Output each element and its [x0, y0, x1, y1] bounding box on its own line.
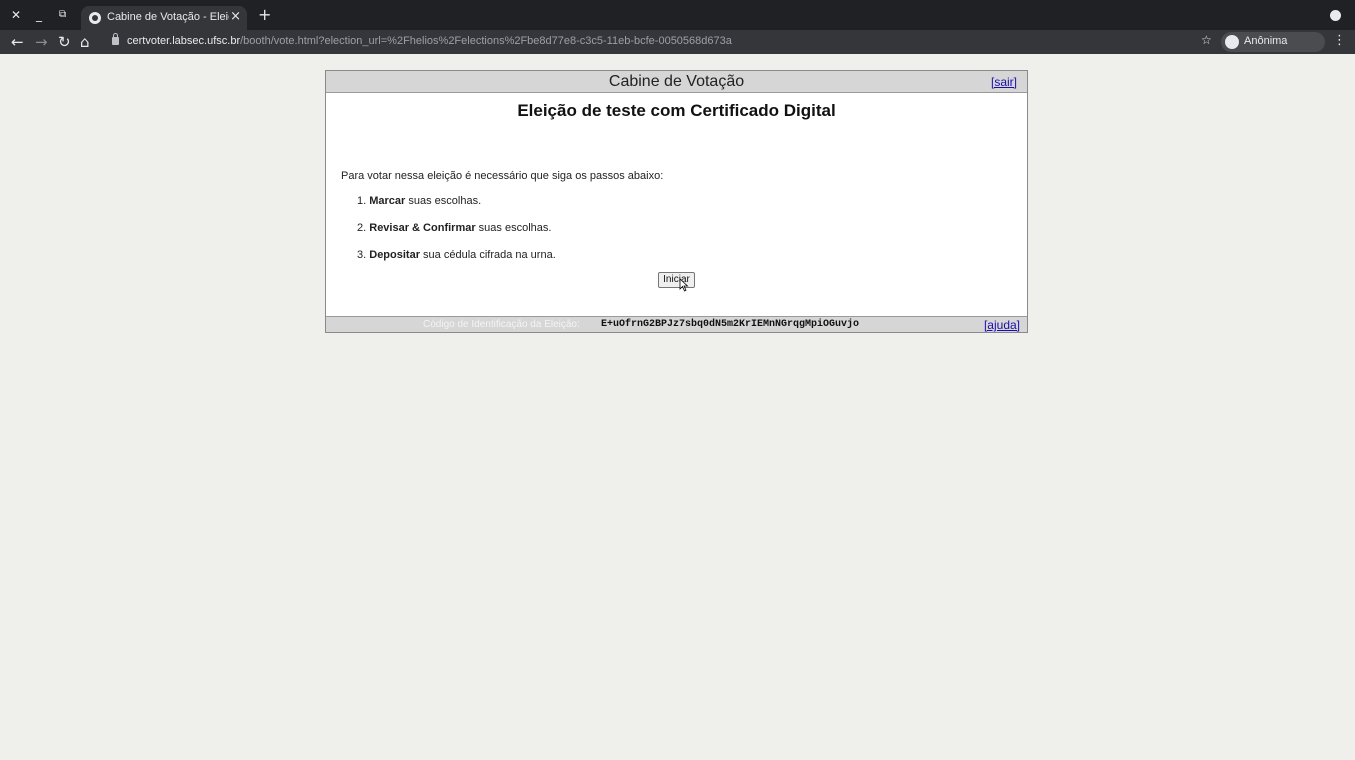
home-icon[interactable]: ⌂	[80, 32, 90, 52]
site-favicon-icon	[89, 12, 101, 24]
tab-search-icon[interactable]	[1330, 10, 1341, 21]
mouse-pointer-icon	[679, 278, 689, 292]
start-button[interactable]: Iniciar	[658, 272, 695, 288]
window-close-icon[interactable]: ✕	[11, 7, 21, 23]
incognito-profile-button[interactable]: Anônima	[1221, 32, 1325, 52]
step-item: 2. Revisar & Confirmar suas escolhas.	[357, 222, 556, 249]
browser-tab-strip: ✕ _ ⧉ Cabine de Votação - Eleição × +	[0, 0, 1355, 30]
election-id-code: E+uOfrnG2BPJz7sbq0dN5m2KrIEMnNGrqgMpiOGu…	[601, 319, 860, 330]
browser-menu-icon[interactable]: ⋮	[1333, 33, 1346, 48]
help-link[interactable]: [ajuda]	[984, 318, 1020, 332]
step-number: 3.	[357, 249, 367, 261]
url-host: certvoter.labsec.ufsc.br	[127, 35, 241, 47]
step-text: suas escolhas.	[475, 222, 552, 234]
new-tab-icon[interactable]: +	[258, 5, 271, 24]
step-action: Revisar & Confirmar	[369, 222, 476, 234]
steps-list: 1. Marcar suas escolhas. 2. Revisar & Co…	[357, 195, 556, 276]
incognito-icon	[1225, 35, 1239, 49]
bookmark-star-icon[interactable]: ☆	[1201, 33, 1212, 47]
step-number: 2.	[357, 222, 367, 234]
back-arrow-icon[interactable]: ←	[11, 32, 24, 52]
booth-footer: Código de Identificação da Eleição: E+uO…	[326, 316, 1027, 332]
browser-tab-active[interactable]: Cabine de Votação - Eleição ×	[81, 6, 247, 30]
window-restore-icon[interactable]: ⧉	[59, 7, 66, 23]
reload-icon[interactable]: ↻	[58, 32, 71, 52]
voting-booth-panel: Cabine de Votação [sair] Eleição de test…	[325, 70, 1028, 333]
step-number: 1.	[357, 195, 367, 207]
booth-title: Cabine de Votação	[608, 73, 745, 90]
election-name: Eleição de teste com Certificado Digital	[517, 101, 836, 120]
url-path: /booth/vote.html?election_url=%2Fhelios%…	[240, 35, 732, 47]
exit-link[interactable]: [sair]	[991, 75, 1017, 89]
step-action: Marcar	[369, 195, 406, 207]
lock-icon	[112, 33, 119, 45]
step-item: 1. Marcar suas escolhas.	[357, 195, 556, 222]
browser-toolbar: ← → ↻ ⌂ certvoter.labsec.ufsc.br/booth/v…	[0, 30, 1355, 54]
step-item: 3. Depositar sua cédula cifrada na urna.	[357, 249, 556, 276]
forward-arrow-icon[interactable]: →	[35, 32, 48, 52]
step-action: Depositar	[369, 249, 420, 261]
election-id-label: Código de Identificação da Eleição:	[423, 319, 580, 330]
instructions-intro: Para votar nessa eleição é necessário qu…	[341, 170, 664, 182]
step-text: sua cédula cifrada na urna.	[420, 249, 556, 261]
tab-close-icon[interactable]: ×	[230, 9, 241, 24]
booth-header: Cabine de Votação [sair]	[326, 71, 1027, 93]
address-bar[interactable]: certvoter.labsec.ufsc.br/booth/vote.html…	[101, 32, 1193, 52]
window-minimize-icon[interactable]: _	[36, 7, 42, 23]
tab-title: Cabine de Votação - Eleição	[107, 11, 229, 23]
step-text: suas escolhas.	[405, 195, 482, 207]
profile-label: Anônima	[1244, 35, 1288, 47]
url-text: certvoter.labsec.ufsc.br/booth/vote.html…	[127, 35, 732, 47]
